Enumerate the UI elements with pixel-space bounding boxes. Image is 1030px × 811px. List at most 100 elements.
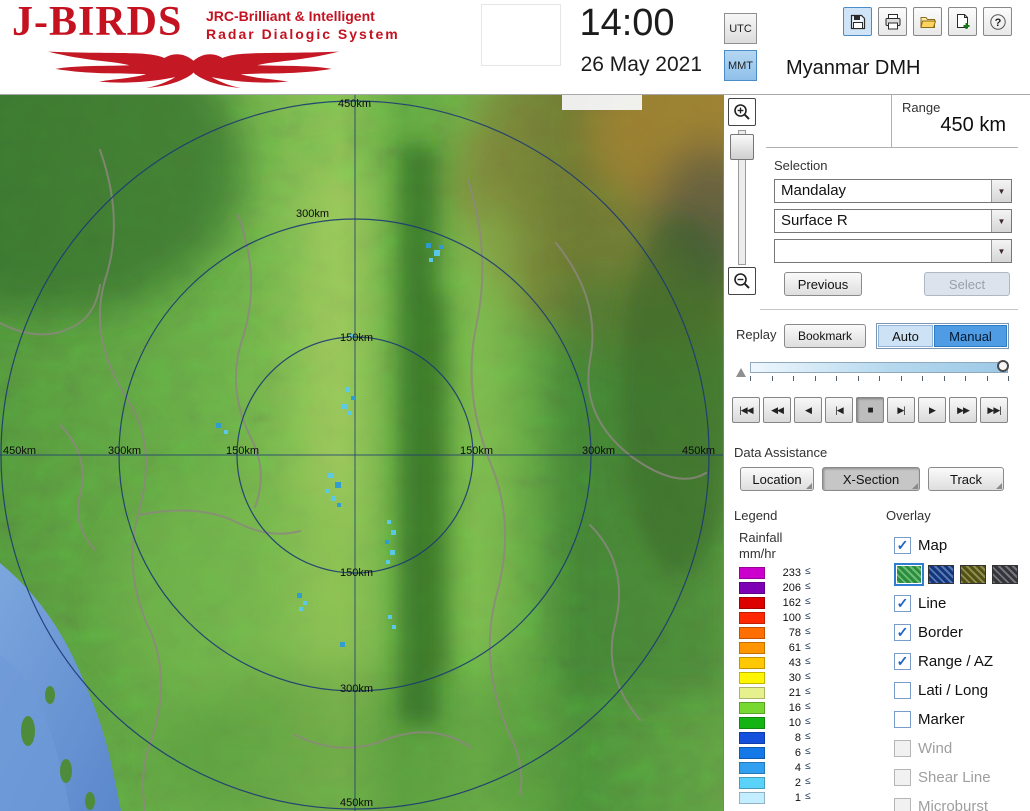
timeline-start-marker [736, 368, 746, 377]
legend-value: 100 [782, 611, 801, 624]
legend-color-swatch [739, 746, 765, 759]
timeline-tick [901, 376, 902, 381]
overlay-item-label: Shear Line [918, 769, 991, 786]
mmt-button[interactable]: MMT [724, 50, 757, 81]
clock-date: 26 May 2021 [580, 53, 702, 76]
legend-value: 4 [794, 761, 801, 774]
legend-value: 30 [788, 671, 801, 684]
previous-button[interactable]: Previous [784, 272, 862, 296]
logo-subtitle-1: JRC-Brilliant & Intelligent [206, 8, 375, 24]
separator [760, 309, 1018, 310]
legend-scale: 233 ≤206 ≤162 ≤100 ≤78 ≤61 ≤43 ≤30 ≤21 ≤16 ≤10 ≤8 ≤6… [739, 565, 811, 805]
transport-button-7[interactable]: ▶▶ [949, 397, 977, 423]
open-folder-button[interactable] [913, 7, 942, 36]
timeline-tick [858, 376, 859, 381]
print-button[interactable] [878, 7, 907, 36]
dropdown-arrow-button[interactable]: ▼ [991, 180, 1011, 202]
data-assistance-track[interactable]: Track [928, 467, 1004, 491]
legend-color-swatch [739, 611, 765, 624]
eagle-logo-icon [48, 51, 339, 88]
less-equal-symbol: ≤ [805, 596, 811, 607]
transport-controls: |◀◀ ◀◀ ◀ |◀ ■ ▶| ▶ ▶▶ ▶▶| [732, 397, 1008, 423]
legend-label: Legend [734, 508, 778, 523]
transport-button-1[interactable]: ◀◀ [763, 397, 791, 423]
overlay-item-label: Lati / Long [918, 682, 989, 699]
map-style-dark[interactable] [992, 565, 1018, 584]
svg-text:450km: 450km [338, 98, 371, 110]
overlay-item-label: Wind [918, 740, 953, 757]
transport-button-2[interactable]: ◀ [794, 397, 822, 423]
svg-text:150km: 150km [340, 567, 373, 579]
legend-value: 61 [788, 641, 801, 654]
save-icon [850, 14, 865, 29]
overlay-item-range-az[interactable]: ✓ Range / AZ [894, 647, 1028, 676]
legend-unit-line2: mm/hr [739, 546, 776, 561]
utc-button[interactable]: UTC [724, 13, 757, 44]
checkbox[interactable]: ✓ [894, 653, 911, 670]
data-assistance-buttons: Location X-Section Track [740, 467, 1004, 491]
transport-button-8[interactable]: ▶▶| [980, 397, 1008, 423]
overlay-item-line[interactable]: ✓ Line [894, 589, 1028, 618]
manual-button[interactable]: Manual [934, 325, 1007, 347]
transport-button-0[interactable]: |◀◀ [732, 397, 760, 423]
replay-label: Replay [736, 327, 777, 342]
save-button[interactable] [843, 7, 872, 36]
less-equal-symbol: ≤ [805, 581, 811, 592]
checkbox[interactable]: ✓ [894, 537, 911, 554]
less-equal-symbol: ≤ [805, 746, 811, 757]
dropdown-value: Mandalay [781, 182, 847, 199]
bookmark-button[interactable]: Bookmark [784, 324, 866, 348]
svg-text:300km: 300km [340, 683, 373, 695]
svg-text:450km: 450km [340, 797, 373, 809]
timeline-tick [922, 376, 923, 381]
checkbox[interactable] [894, 711, 911, 728]
less-equal-symbol: ≤ [805, 716, 811, 727]
data-assistance-location[interactable]: Location [740, 467, 814, 491]
zoom-out-button[interactable] [728, 267, 756, 295]
export-button[interactable] [948, 7, 977, 36]
legend-row: 43 ≤ [739, 655, 811, 670]
less-equal-symbol: ≤ [805, 686, 811, 697]
timeline-slider[interactable] [750, 360, 1009, 373]
selection-dropdown-2[interactable]: Surface R ▼ [774, 209, 1012, 233]
chevron-down-icon: ▼ [997, 186, 1006, 196]
checkbox[interactable]: ✓ [894, 595, 911, 612]
timeline-position-knob[interactable] [997, 360, 1009, 372]
dropdown-arrow-button[interactable]: ▼ [991, 240, 1011, 262]
transport-button-4[interactable]: ■ [856, 397, 884, 423]
overlay-item-border[interactable]: ✓ Border [894, 618, 1028, 647]
print-icon [885, 13, 900, 29]
auto-button[interactable]: Auto [878, 325, 933, 347]
overlay-item-map[interactable]: ✓ Map [894, 531, 1028, 560]
checkbox[interactable]: ✓ [894, 624, 911, 641]
zoom-in-button[interactable] [728, 98, 756, 126]
legend-row: 162 ≤ [739, 595, 811, 610]
less-equal-symbol: ≤ [805, 611, 811, 622]
checkbox [894, 769, 911, 786]
timeline-tick [793, 376, 794, 381]
legend-value: 78 [788, 626, 801, 639]
selection-dropdown-3[interactable]: ▼ [774, 239, 1012, 263]
transport-button-3[interactable]: |◀ [825, 397, 853, 423]
legend-row: 61 ≤ [739, 640, 811, 655]
help-button[interactable]: ? [983, 7, 1012, 36]
svg-text:300km: 300km [582, 445, 615, 457]
map-style-olive[interactable] [960, 565, 986, 584]
radar-map[interactable]: 450km 300km 150km 450km 300km 150km 150km 300km… [0, 95, 723, 811]
zoom-slider-thumb[interactable] [730, 134, 754, 160]
transport-button-5[interactable]: ▶| [887, 397, 915, 423]
transport-button-6[interactable]: ▶ [918, 397, 946, 423]
map-style-green[interactable] [894, 563, 924, 586]
checkbox[interactable] [894, 682, 911, 699]
overlay-item-lati-long[interactable]: Lati / Long [894, 676, 1028, 705]
dropdown-arrow-button[interactable]: ▼ [991, 210, 1011, 232]
radar-map-canvas[interactable]: 450km 300km 150km 450km 300km 150km 150km 300km… [0, 95, 723, 811]
map-style-navy[interactable] [928, 565, 954, 584]
overlay-item-marker[interactable]: Marker [894, 705, 1028, 734]
overlay-item-microburst: Microburst [894, 792, 1028, 811]
less-equal-symbol: ≤ [805, 641, 811, 652]
selection-dropdown-1[interactable]: Mandalay ▼ [774, 179, 1012, 203]
overlay-item-label: Microburst [918, 798, 989, 811]
overlay-item-label: Border [918, 624, 964, 641]
data-assistance-x-section[interactable]: X-Section [822, 467, 920, 491]
